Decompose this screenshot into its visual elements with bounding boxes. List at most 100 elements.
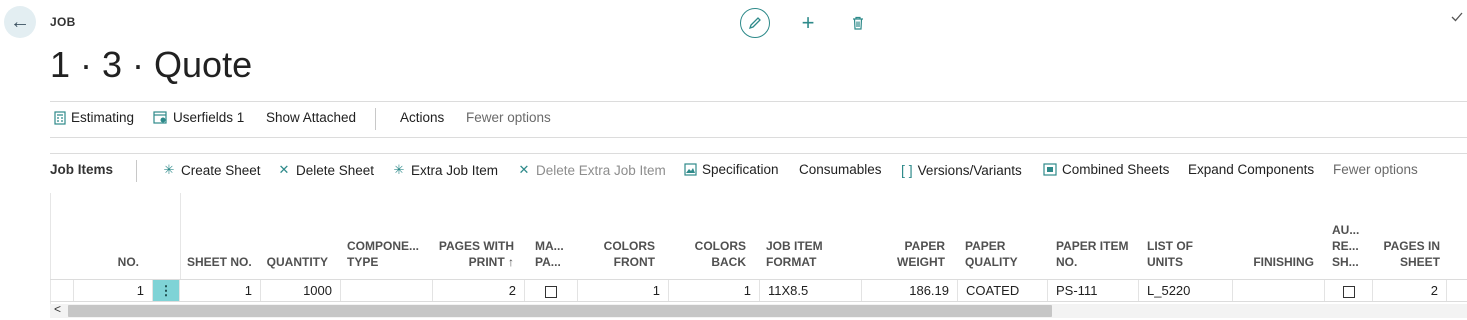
col-header-pages-in-sheet[interactable]: PAGES IN SHEET	[1375, 238, 1440, 270]
col-header-job-item-format[interactable]: JOB ITEM FORMAT	[766, 238, 823, 270]
divider	[50, 153, 1467, 154]
close-icon: ✕	[278, 162, 290, 177]
divider	[50, 137, 1467, 138]
checkbox[interactable]	[1342, 285, 1355, 298]
consumables-button[interactable]: Consumables	[799, 162, 882, 177]
expand-components-button[interactable]: Expand Components	[1188, 162, 1314, 177]
col-header-label: MA...	[535, 239, 564, 253]
expand-components-label: Expand Components	[1188, 162, 1315, 177]
scroll-left-icon[interactable]: <	[54, 302, 61, 316]
new-button[interactable]: +	[798, 8, 818, 38]
col-header-label: FINISHING	[1253, 255, 1314, 269]
table-row[interactable]: 1 ⋮ 1 1000 2 1 1 11X8.5 186.19 COATED PS…	[50, 279, 1467, 302]
col-header-label: PA...	[535, 255, 561, 269]
page-caption: JOB	[50, 15, 76, 29]
col-header-paper-weight[interactable]: PAPER WEIGHT	[870, 238, 945, 270]
extra-job-item-button[interactable]: ✳ Extra Job Item	[392, 162, 499, 178]
job-items-title-label: Job Items	[50, 162, 114, 177]
fewer-options-button[interactable]: Fewer options	[466, 110, 551, 125]
delete-button[interactable]	[849, 10, 867, 36]
cell-sheet-no[interactable]: 1	[180, 280, 261, 301]
fewer-options-label: Fewer options	[466, 110, 551, 125]
col-header-ma-pa[interactable]: MA... PA...	[535, 238, 564, 270]
cell-pages-in-sheet[interactable]: 2	[1373, 280, 1447, 301]
checkmark-icon[interactable]	[1450, 10, 1467, 34]
row-selector[interactable]	[50, 280, 74, 301]
cell-quantity[interactable]: 1000	[261, 280, 341, 301]
col-header-paper-quality[interactable]: PAPER QUALITY	[965, 238, 1018, 270]
checkbox[interactable]	[545, 285, 557, 298]
col-header-quantity[interactable]: QUANTITY	[262, 254, 328, 270]
col-header-colors-front[interactable]: COLORS FRONT	[590, 238, 655, 270]
delete-extra-job-item-button[interactable]: ✕ Delete Extra Job Item	[517, 162, 666, 178]
calculator-icon	[54, 110, 66, 125]
back-button[interactable]: ←	[4, 6, 36, 38]
create-sheet-button[interactable]: ✳ Create Sheet	[162, 162, 261, 178]
cell-paper-item-no[interactable]: PS-111	[1048, 280, 1139, 301]
cell-finishing[interactable]	[1233, 280, 1325, 301]
col-header-colors-back[interactable]: COLORS BACK	[680, 238, 746, 270]
consumables-label: Consumables	[799, 162, 882, 177]
actions-label: Actions	[400, 110, 445, 125]
cell-colors-back[interactable]: 1	[669, 280, 760, 301]
close-icon: ✕	[518, 162, 530, 177]
scrollbar-thumb[interactable]	[68, 305, 1052, 317]
plus-icon: +	[801, 10, 815, 35]
arrow-left-icon: ←	[10, 10, 30, 33]
col-header-label: RE...	[1332, 239, 1359, 253]
col-header-finishing[interactable]: FINISHING	[1230, 254, 1314, 270]
estimating-label: Estimating	[71, 110, 135, 125]
col-header-component-type[interactable]: COMPONE... TYPE	[347, 238, 419, 270]
specification-button[interactable]: Specification	[684, 162, 779, 177]
cell-colors-front[interactable]: 1	[578, 280, 669, 301]
col-header-label: FORMAT	[766, 255, 817, 269]
cell-au-re-sh[interactable]	[1325, 280, 1373, 301]
col-header-label: COMPONE...	[347, 239, 420, 253]
combined-sheets-button[interactable]: Combined Sheets	[1043, 162, 1169, 177]
cell-no[interactable]: 1	[74, 280, 153, 301]
cell-job-item-format[interactable]: 11X8.5	[760, 280, 862, 301]
col-header-label: PAPER	[904, 239, 945, 253]
cell-component-type[interactable]	[341, 280, 433, 301]
col-header-label: QUANTITY	[266, 255, 328, 269]
actions-button[interactable]: Actions	[400, 110, 444, 125]
userfields-icon	[153, 110, 167, 124]
col-header-label: COLORS	[603, 239, 655, 253]
sparkle-icon: ✳	[393, 162, 405, 177]
edit-button[interactable]	[740, 8, 770, 38]
col-header-label: FRONT	[613, 255, 655, 269]
col-header-label: LIST OF	[1147, 239, 1193, 253]
col-header-au-re-sh[interactable]: AU... RE... SH...	[1332, 222, 1359, 270]
col-header-no[interactable]: NO.	[50, 254, 139, 270]
col-header-sheet-no[interactable]: SHEET NO.	[187, 254, 252, 270]
cell-paper-quality[interactable]: COATED	[958, 280, 1048, 301]
trash-icon	[853, 16, 863, 30]
col-header-label: AU...	[1332, 223, 1360, 237]
sparkle-icon: ✳	[163, 162, 175, 177]
show-attached-button[interactable]: Show Attached	[266, 110, 356, 125]
delete-sheet-button[interactable]: ✕ Delete Sheet	[277, 162, 375, 178]
col-header-label: SHEET NO.	[187, 255, 252, 269]
col-header-list-of-units[interactable]: LIST OF UNITS	[1147, 238, 1193, 270]
cell-pages-with-print[interactable]: 2	[433, 280, 525, 301]
estimating-button[interactable]: Estimating	[54, 110, 134, 125]
show-attached-label: Show Attached	[266, 110, 357, 125]
col-header-label: TYPE	[347, 255, 379, 269]
col-header-label: PAGES WITH	[438, 239, 514, 253]
toolbar-separator	[136, 160, 137, 182]
col-header-label: COLORS	[694, 239, 746, 253]
cell-ma-pa[interactable]	[525, 280, 578, 301]
cell-paper-weight[interactable]: 186.19	[862, 280, 958, 301]
cell-list-of-units[interactable]: L_5220	[1139, 280, 1233, 301]
userfields-button[interactable]: Userfields 1	[153, 110, 244, 125]
col-header-label: SHEET	[1399, 255, 1440, 269]
row-menu-icon[interactable]: ⋮	[153, 280, 180, 301]
page-title: 1 · 3 · Quote	[50, 44, 253, 85]
versions-variants-button[interactable]: [ ] Versions/Variants	[901, 162, 1022, 178]
fewer-options-button[interactable]: Fewer options	[1333, 162, 1418, 177]
job-items-title: Job Items	[50, 162, 113, 177]
col-header-paper-item-no[interactable]: PAPER ITEM NO.	[1056, 238, 1128, 270]
col-header-label: PAPER ITEM	[1056, 239, 1129, 253]
col-header-pages-with-print[interactable]: PAGES WITH PRINT ↑	[433, 238, 514, 270]
col-header-label: QUALITY	[965, 255, 1018, 269]
